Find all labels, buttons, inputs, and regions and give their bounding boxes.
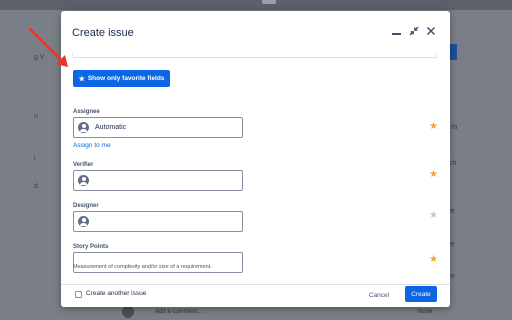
favorite-button-label: Show only favorite fields — [87, 75, 165, 82]
collapse-icon[interactable] — [407, 24, 421, 38]
create-another-label: Create another issue — [86, 290, 147, 297]
background-topbar — [0, 0, 512, 10]
star-icon: ★ — [78, 75, 85, 83]
assignee-value: Automatic — [95, 124, 127, 131]
background-comment-text: Add a comment... — [155, 309, 203, 315]
close-icon[interactable] — [424, 24, 438, 38]
story-points-helper-text: Measurement of complexity and/or size of… — [73, 264, 212, 270]
designer-label: Designer — [73, 203, 99, 209]
cancel-button[interactable]: Cancel — [365, 287, 393, 303]
background-text: l — [34, 156, 36, 163]
user-avatar-icon — [78, 122, 89, 133]
dialog-body[interactable]: ★ Show only favorite fields Assignee Aut… — [61, 53, 450, 284]
user-avatar-icon — [78, 216, 89, 227]
verifier-favorite-star-icon[interactable]: ★ — [429, 170, 438, 180]
background-text: d — [34, 183, 38, 190]
background-text: n — [34, 113, 38, 120]
assignee-label: Assignee — [73, 109, 100, 115]
minimize-icon[interactable] — [390, 24, 404, 38]
user-avatar-icon — [78, 175, 89, 186]
verifier-field[interactable] — [73, 170, 243, 191]
show-favorite-fields-button[interactable]: ★ Show only favorite fields — [73, 70, 170, 87]
background-topbar-handle — [262, 0, 276, 4]
create-issue-dialog: Create issue ★ Show only favorite fields… — [61, 11, 450, 307]
background-text: None — [418, 309, 433, 315]
assignee-favorite-star-icon[interactable]: ★ — [429, 122, 438, 132]
assignee-field[interactable]: Automatic — [73, 117, 243, 138]
background-text: rm — [449, 124, 458, 131]
designer-favorite-star-icon[interactable]: ★ — [429, 211, 438, 221]
designer-field[interactable] — [73, 211, 243, 232]
close-x-icon — [426, 26, 436, 36]
background-text: ch — [449, 160, 457, 167]
background-button — [449, 44, 457, 60]
story-points-favorite-star-icon[interactable]: ★ — [429, 255, 438, 265]
collapse-arrows-icon — [409, 26, 419, 36]
verifier-label: Verifier — [73, 162, 94, 168]
story-points-label: Story Points — [73, 244, 109, 250]
dialog-footer: Create another issue Cancel Create — [61, 284, 450, 307]
annotation-arrow-icon — [28, 27, 68, 67]
create-button[interactable]: Create — [405, 286, 437, 302]
create-another-checkbox[interactable] — [75, 291, 82, 298]
background-avatar — [122, 306, 134, 318]
assign-to-me-link[interactable]: Assign to me — [73, 142, 111, 149]
dialog-header: Create issue — [61, 11, 450, 53]
previous-field-edge — [72, 53, 437, 58]
dialog-title: Create issue — [72, 27, 134, 39]
